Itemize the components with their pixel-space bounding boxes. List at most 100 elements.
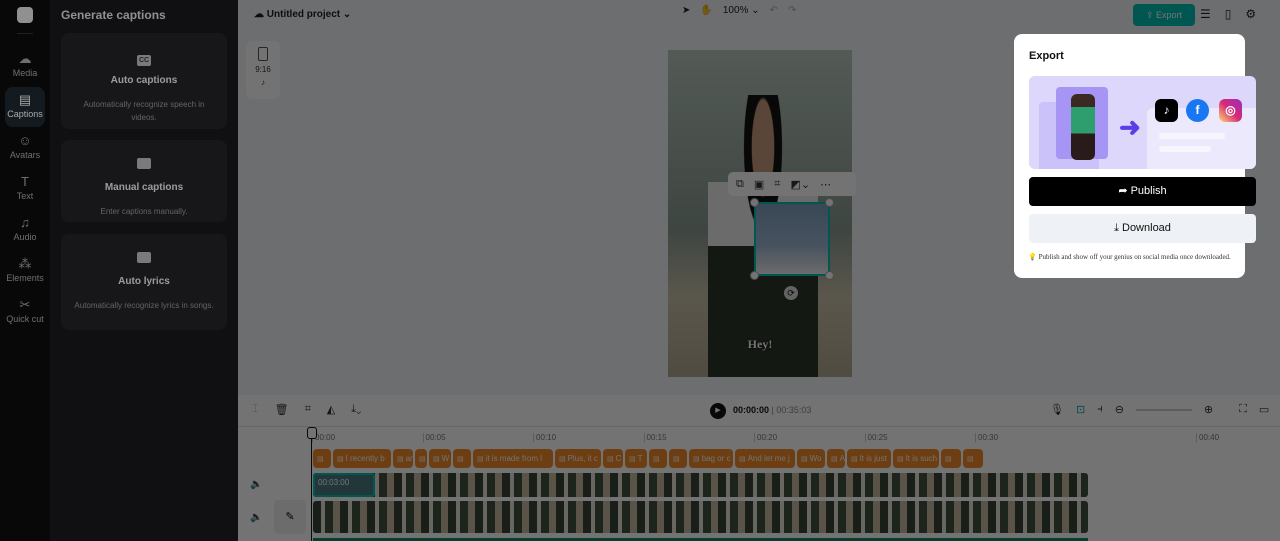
layers-icon[interactable]: ☰ [1200, 7, 1211, 21]
project-name[interactable]: ☁ Untitled project ⌄ [254, 9, 351, 20]
logo [17, 7, 33, 23]
redo-icon[interactable]: ↷ [788, 5, 796, 16]
caption-track: I recently band Wit is made from lPlus, i… [313, 449, 983, 468]
microphone-icon[interactable]: 🎙 [1050, 403, 1064, 416]
caption-chip[interactable] [415, 449, 427, 468]
overlay-clip[interactable] [754, 202, 830, 276]
top-bar: ☁ Untitled project ⌄ ➤ ✋ 100% ⌄ ↶ ↷ ⇪ Ex… [238, 0, 1280, 33]
split-view-icon[interactable]: ⫞ [1097, 403, 1103, 416]
ruler-tick: 00:05 [422, 433, 446, 442]
ruler-tick: 00:10 [533, 433, 556, 442]
caption-chip[interactable] [669, 449, 687, 468]
rotate-icon[interactable]: ⟳ [784, 286, 798, 300]
delete-icon[interactable]: 🗑 [275, 403, 289, 416]
context-toolbar: ⧉ ▣ ⌗ ◩⌄ ⋯ [728, 172, 856, 196]
resize-handle[interactable] [750, 198, 759, 207]
cloud-upload-icon: ☁ [18, 51, 32, 66]
lightbulb-icon: 💡 [1028, 253, 1037, 261]
instagram-icon: ◎ [1219, 99, 1242, 122]
audio-icon[interactable]: 🔈 [250, 512, 262, 523]
caption-chip[interactable]: T [625, 449, 647, 468]
caption-chip[interactable]: It is such [893, 449, 939, 468]
resize-handle[interactable] [750, 271, 759, 280]
zoom-slider[interactable] [1135, 408, 1192, 411]
caption-chip[interactable] [649, 449, 667, 468]
resize-handle[interactable] [825, 198, 834, 207]
download-button[interactable]: ⤓ Download [1029, 214, 1256, 243]
preview-icon[interactable]: ▭ [1259, 403, 1269, 416]
selected-clip[interactable]: 00:03:00 [313, 473, 375, 497]
card-auto-lyrics[interactable]: Auto lyrics Automatically recognize lyric… [61, 234, 227, 330]
caption-chip[interactable] [313, 449, 331, 468]
more-icon[interactable]: ⋯ [820, 178, 831, 191]
facebook-icon: f [1186, 99, 1209, 122]
caption-chip[interactable]: C [603, 449, 623, 468]
play-button[interactable]: ▶ [710, 403, 726, 419]
rail-item-quick-cut[interactable]: ✂ Quick cut [5, 292, 45, 332]
caption-chip[interactable]: Wo [797, 449, 825, 468]
caption-chip[interactable]: I recently b [333, 449, 391, 468]
resize-handle[interactable] [825, 271, 834, 280]
caption-text[interactable]: Hey! [668, 337, 852, 352]
caption-chip[interactable] [941, 449, 961, 468]
caption-chip[interactable] [453, 449, 471, 468]
caption-chip[interactable]: it is made from l [473, 449, 553, 468]
edit-cover-button[interactable]: ✎ [274, 500, 306, 534]
caption-chip[interactable]: bag or c [689, 449, 733, 468]
aspect-ratio-button[interactable]: 9:16 ♪ [246, 41, 280, 99]
replace-icon[interactable]: ⧉ [736, 178, 744, 191]
video-preview[interactable]: ⟳ Hey! [668, 50, 852, 377]
captions-icon: ▤ [18, 92, 32, 107]
rail-item-audio[interactable]: ♫ Audio [5, 210, 45, 250]
export-illustration: ➜ ♪ f ◎ [1029, 76, 1256, 169]
export-popup: Export ➜ ♪ f ◎ ➦ Publish ⤓ Download 💡 Pu… [1014, 34, 1256, 278]
settings-icon[interactable]: ⚙ [1245, 7, 1256, 21]
zoom-out-icon[interactable]: ⊖ [1115, 403, 1124, 416]
tiktok-icon: ♪ [1155, 99, 1178, 122]
publish-button[interactable]: ➦ Publish [1029, 177, 1256, 206]
flip-icon[interactable]: ◭ [327, 403, 335, 416]
split-icon[interactable]: ⌶ [252, 403, 259, 416]
crop-icon[interactable]: ⌗ [305, 403, 311, 416]
rail-item-avatars[interactable]: ☺ Avatars [5, 128, 45, 168]
export-title: Export [1029, 50, 1064, 62]
caption-chip[interactable] [963, 449, 983, 468]
caption-chip[interactable]: Plus, it c [555, 449, 601, 468]
ruler-tick: 00:20 [754, 433, 777, 442]
card-auto-captions[interactable]: CC Auto captions Automatically recognize s… [61, 33, 227, 129]
text-icon: T [21, 174, 29, 189]
caption-chip[interactable]: W [429, 449, 451, 468]
card-icon: CC [137, 55, 151, 66]
rail-item-captions[interactable]: ▤ Captions [5, 87, 45, 127]
zoom-in-icon[interactable]: ⊕ [1204, 403, 1213, 416]
caption-chip[interactable]: A [827, 449, 845, 468]
playhead[interactable] [307, 427, 317, 541]
rail-item-text[interactable]: T Text [5, 169, 45, 209]
captions-panel: Generate captions CC Auto captions Automat… [50, 0, 238, 541]
main-video-track[interactable] [313, 501, 1088, 533]
video-track[interactable] [313, 473, 1088, 497]
ruler-tick: 00:40 [1196, 433, 1219, 442]
time-ruler[interactable]: 00:00 00:05 00:10 00:15 00:20 00:25 00:30 00:40 [312, 430, 1272, 444]
export-button[interactable]: ⇪ Export [1133, 4, 1195, 26]
hand-tool-icon[interactable]: ✋ [700, 5, 712, 16]
undo-icon[interactable]: ↶ [770, 5, 778, 16]
frame-icon[interactable]: ▣ [754, 178, 764, 191]
caption-chip[interactable]: and [393, 449, 413, 468]
audio-icon[interactable]: 🔈 [250, 479, 262, 490]
fit-icon[interactable]: ⛶ [1239, 403, 1247, 416]
select-tool-icon[interactable]: ➤ [682, 5, 690, 16]
caption-chip[interactable]: And let me j [735, 449, 795, 468]
magnet-icon[interactable]: ⊡ [1076, 403, 1085, 416]
card-manual-captions[interactable]: Manual captions Enter captions manually. [61, 140, 227, 222]
caption-chip[interactable]: It is just [847, 449, 891, 468]
zoom-select[interactable]: 100% ⌄ [723, 5, 760, 16]
tiktok-icon: ♪ [261, 78, 265, 87]
layout-icon[interactable]: ▯ [1225, 7, 1232, 21]
rail-item-media[interactable]: ☁ Media [5, 46, 45, 86]
download-icon[interactable]: ⤓⌄ [351, 403, 361, 416]
rail-item-elements[interactable]: ⁂ Elements [5, 251, 45, 291]
timeline: ⌶ 🗑 ⌗ ◭ ⤓⌄ ▶ 00:00:00 | 00:35:03 🎙 ⊡ ⫞ ⊖ ⊕ ⛶ ▭ 00:… [238, 395, 1280, 541]
mask-icon[interactable]: ◩⌄ [790, 178, 810, 191]
crop-icon[interactable]: ⌗ [774, 178, 780, 191]
